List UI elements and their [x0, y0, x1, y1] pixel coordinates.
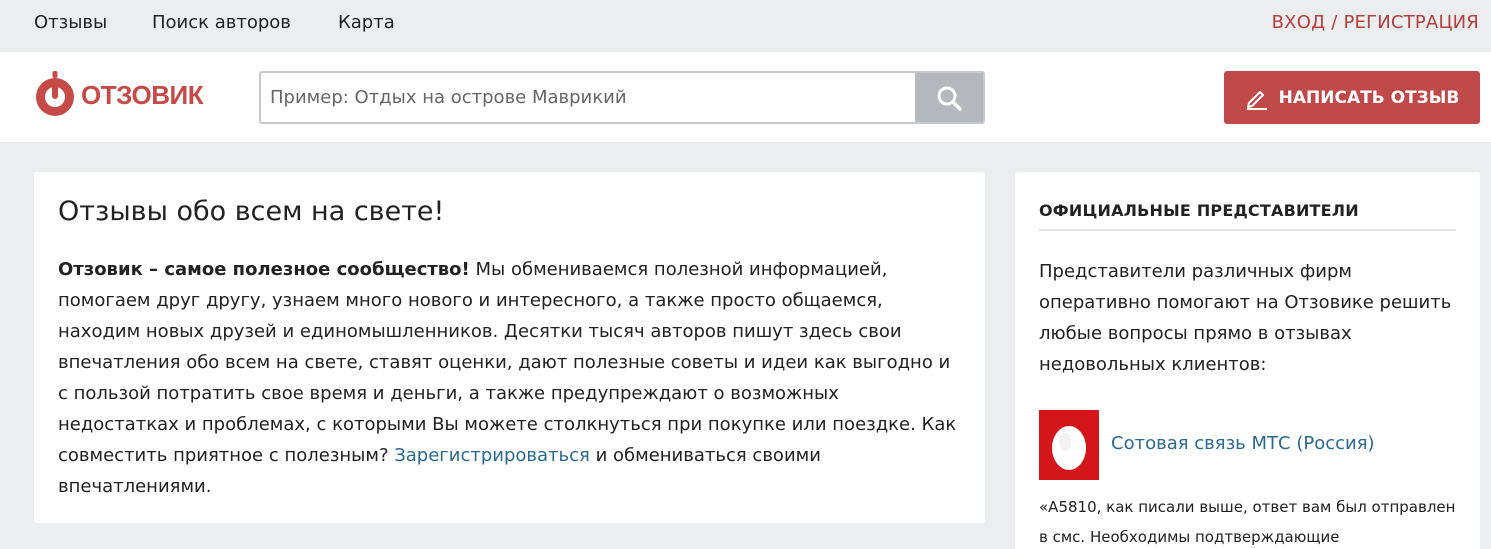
sidebar-intro: Представители различных фирм оперативно … [1039, 261, 1452, 375]
search-button[interactable] [915, 73, 983, 122]
nav-link-reviews[interactable]: Отзывы [34, 12, 107, 33]
search-icon [937, 86, 962, 111]
intro-text: Мы обмениваемся полезной информацией, по… [58, 259, 957, 466]
search-input[interactable] [261, 73, 916, 122]
intro-card: Отзывы обо всем на свете! Отзовик – само… [34, 172, 985, 523]
intro-paragraph: Отзовик – самое полезное сообщество! Мы … [58, 254, 958, 502]
logo-icon [36, 71, 74, 116]
nav-link-find-authors[interactable]: Поиск авторов [152, 12, 291, 33]
write-review-button[interactable]: НАПИСАТЬ ОТЗЫВ [1224, 71, 1480, 124]
site-logo[interactable]: ОТЗОВИК [33, 71, 218, 119]
intro-bold: Отзовик – самое полезное сообщество! [58, 259, 470, 280]
header-bar: ОТЗОВИК НАПИСАТЬ ОТЗЫВ [0, 52, 1491, 142]
rep-quote: «A5810, как писали выше, ответ вам был о… [1039, 498, 1456, 546]
page-title: Отзывы обо всем на свете! [58, 196, 445, 227]
top-nav: Отзывы Поиск авторов Карта ВХОД / РЕГИСТ… [0, 0, 1491, 52]
write-review-label: НАПИСАТЬ ОТЗЫВ [1278, 87, 1460, 108]
official-reps-panel: ОФИЦИАЛЬНЫЕ ПРЕДСТАВИТЕЛИ Представители … [1015, 172, 1480, 549]
nav-link-map[interactable]: Карта [338, 12, 395, 33]
sidebar-title: ОФИЦИАЛЬНЫЕ ПРЕДСТАВИТЕЛИ [1039, 201, 1359, 220]
divider [1039, 229, 1456, 231]
login-register-link[interactable]: ВХОД / РЕГИСТРАЦИЯ [1272, 12, 1479, 33]
mts-logo[interactable] [1039, 410, 1099, 480]
pencil-icon [1246, 90, 1267, 110]
search-box [259, 71, 985, 124]
logo-text: ОТЗОВИК [81, 80, 204, 110]
register-link[interactable]: Зарегистрироваться [394, 445, 590, 466]
rep-link-mts[interactable]: Сотовая связь МТС (Россия) [1111, 433, 1375, 454]
egg-icon [1039, 410, 1099, 480]
